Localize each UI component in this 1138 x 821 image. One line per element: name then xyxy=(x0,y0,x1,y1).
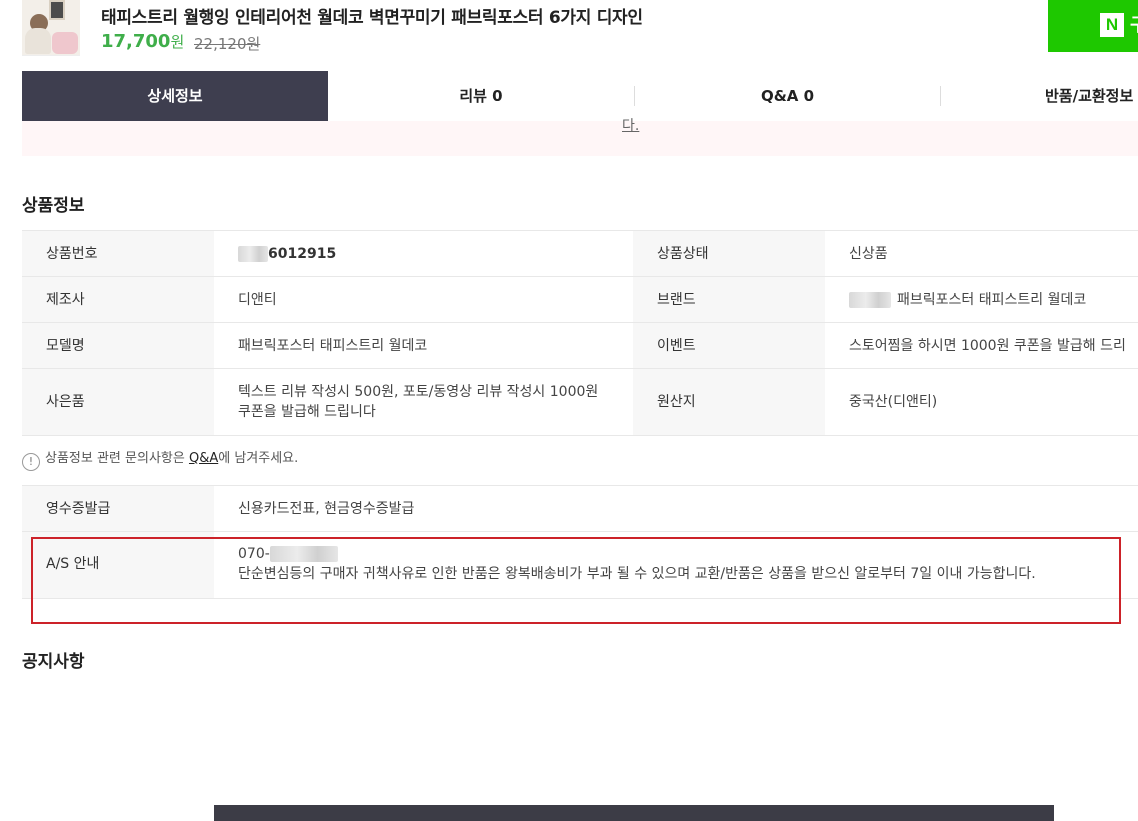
receipt-label: 영수증발급 xyxy=(22,485,214,532)
manufacturer-value: 디앤티 xyxy=(214,276,633,323)
tab-reviews[interactable]: 리뷰 0 xyxy=(328,71,634,121)
notice-banner: 다. xyxy=(22,118,1138,156)
thumbnail-frame-art xyxy=(49,0,65,20)
sale-price-unit: 원 xyxy=(170,33,185,51)
product-condition-label: 상품상태 xyxy=(633,230,825,277)
brand-label: 브랜드 xyxy=(633,276,825,323)
event-label: 이벤트 xyxy=(633,322,825,369)
sale-price-value: 17,700 xyxy=(101,31,171,52)
product-summary-bar: 태피스트리 월행잉 인테리어천 월데코 벽면꾸미기 패브릭포스터 6가지 디자인… xyxy=(0,0,1138,70)
gift-label: 사은품 xyxy=(22,368,214,436)
naver-n-icon: N xyxy=(1100,13,1124,37)
qna-link[interactable]: Q&A xyxy=(189,451,218,466)
banner-text-fragment: 다. xyxy=(622,118,640,134)
model-name-value: 패브릭포스터 태피스트리 월데코 xyxy=(214,322,633,369)
redacted-text xyxy=(238,245,268,262)
origin-value: 중국산(디앤티) xyxy=(825,368,1138,436)
product-info-table: 상품번호 6012915 상품상태 신상품 제조사 디앤티 브랜드 패브릭포스터… xyxy=(22,230,1138,436)
tab-qna[interactable]: Q&A 0 xyxy=(635,71,940,121)
naver-pay-button[interactable]: N 구 xyxy=(1048,0,1138,52)
detail-tabs: 상세정보 리뷰 0 Q&A 0 반품/교환정보 xyxy=(22,71,1138,122)
notice-text-after: 에 남겨주세요. xyxy=(218,451,299,466)
tab-detail-info[interactable]: 상세정보 xyxy=(22,71,328,121)
table-row: 상품번호 6012915 상품상태 신상품 xyxy=(22,230,1138,277)
notice-heading: 공지사항 xyxy=(22,652,85,672)
receipt-value: 신용카드전표, 현금영수증발급 xyxy=(214,485,1138,532)
table-row: 모델명 패브릭포스터 태피스트리 월데코 이벤트 스토어찜을 하시면 1000원… xyxy=(22,322,1138,369)
product-info-heading: 상품정보 xyxy=(22,196,85,216)
notice-text-before: 상품정보 관련 문의사항은 xyxy=(45,451,189,466)
info-circle-icon: ! xyxy=(22,453,40,471)
product-number-label: 상품번호 xyxy=(22,230,214,277)
product-thumbnail[interactable] xyxy=(22,0,80,56)
brand-value: 패브릭포스터 태피스트리 월데코 xyxy=(825,276,1138,323)
thumbnail-person-body xyxy=(25,28,51,54)
origin-label: 원산지 xyxy=(633,368,825,436)
brand-text[interactable]: 패브릭포스터 태피스트리 월데코 xyxy=(897,292,1086,308)
product-condition-value: 신상품 xyxy=(825,230,1138,277)
sale-price: 17,700원 xyxy=(101,31,184,52)
product-inquiry-notice: ! 상품정보 관련 문의사항은 Q&A에 남겨주세요. xyxy=(22,447,298,471)
bottom-dark-banner xyxy=(214,805,1054,821)
tab-return-exchange[interactable]: 반품/교환정보 xyxy=(941,71,1138,121)
event-value: 스토어찜을 하시면 1000원 쿠폰을 발급해 드리 xyxy=(825,322,1138,369)
gift-value: 텍스트 리뷰 작성시 500원, 포토/동영상 리뷰 작성시 1000원 쿠폰을… xyxy=(214,368,633,436)
table-row: 제조사 디앤티 브랜드 패브릭포스터 태피스트리 월데코 xyxy=(22,276,1138,323)
thumbnail-chair xyxy=(52,32,78,54)
table-row: 사은품 텍스트 리뷰 작성시 500원, 포토/동영상 리뷰 작성시 1000원… xyxy=(22,368,1138,436)
naver-pay-label: 구 xyxy=(1130,11,1138,37)
product-number-text: 6012915 xyxy=(268,245,337,262)
product-number-value: 6012915 xyxy=(214,230,633,277)
product-title[interactable]: 태피스트리 월행잉 인테리어천 월데코 벽면꾸미기 패브릭포스터 6가지 디자인 xyxy=(101,3,643,28)
model-name-label: 모델명 xyxy=(22,322,214,369)
highlight-box xyxy=(31,537,1121,624)
table-row: 영수증발급 신용카드전표, 현금영수증발급 xyxy=(22,485,1138,532)
original-price: 22,120원 xyxy=(194,35,261,53)
redacted-text xyxy=(849,291,891,308)
manufacturer-label: 제조사 xyxy=(22,276,214,323)
